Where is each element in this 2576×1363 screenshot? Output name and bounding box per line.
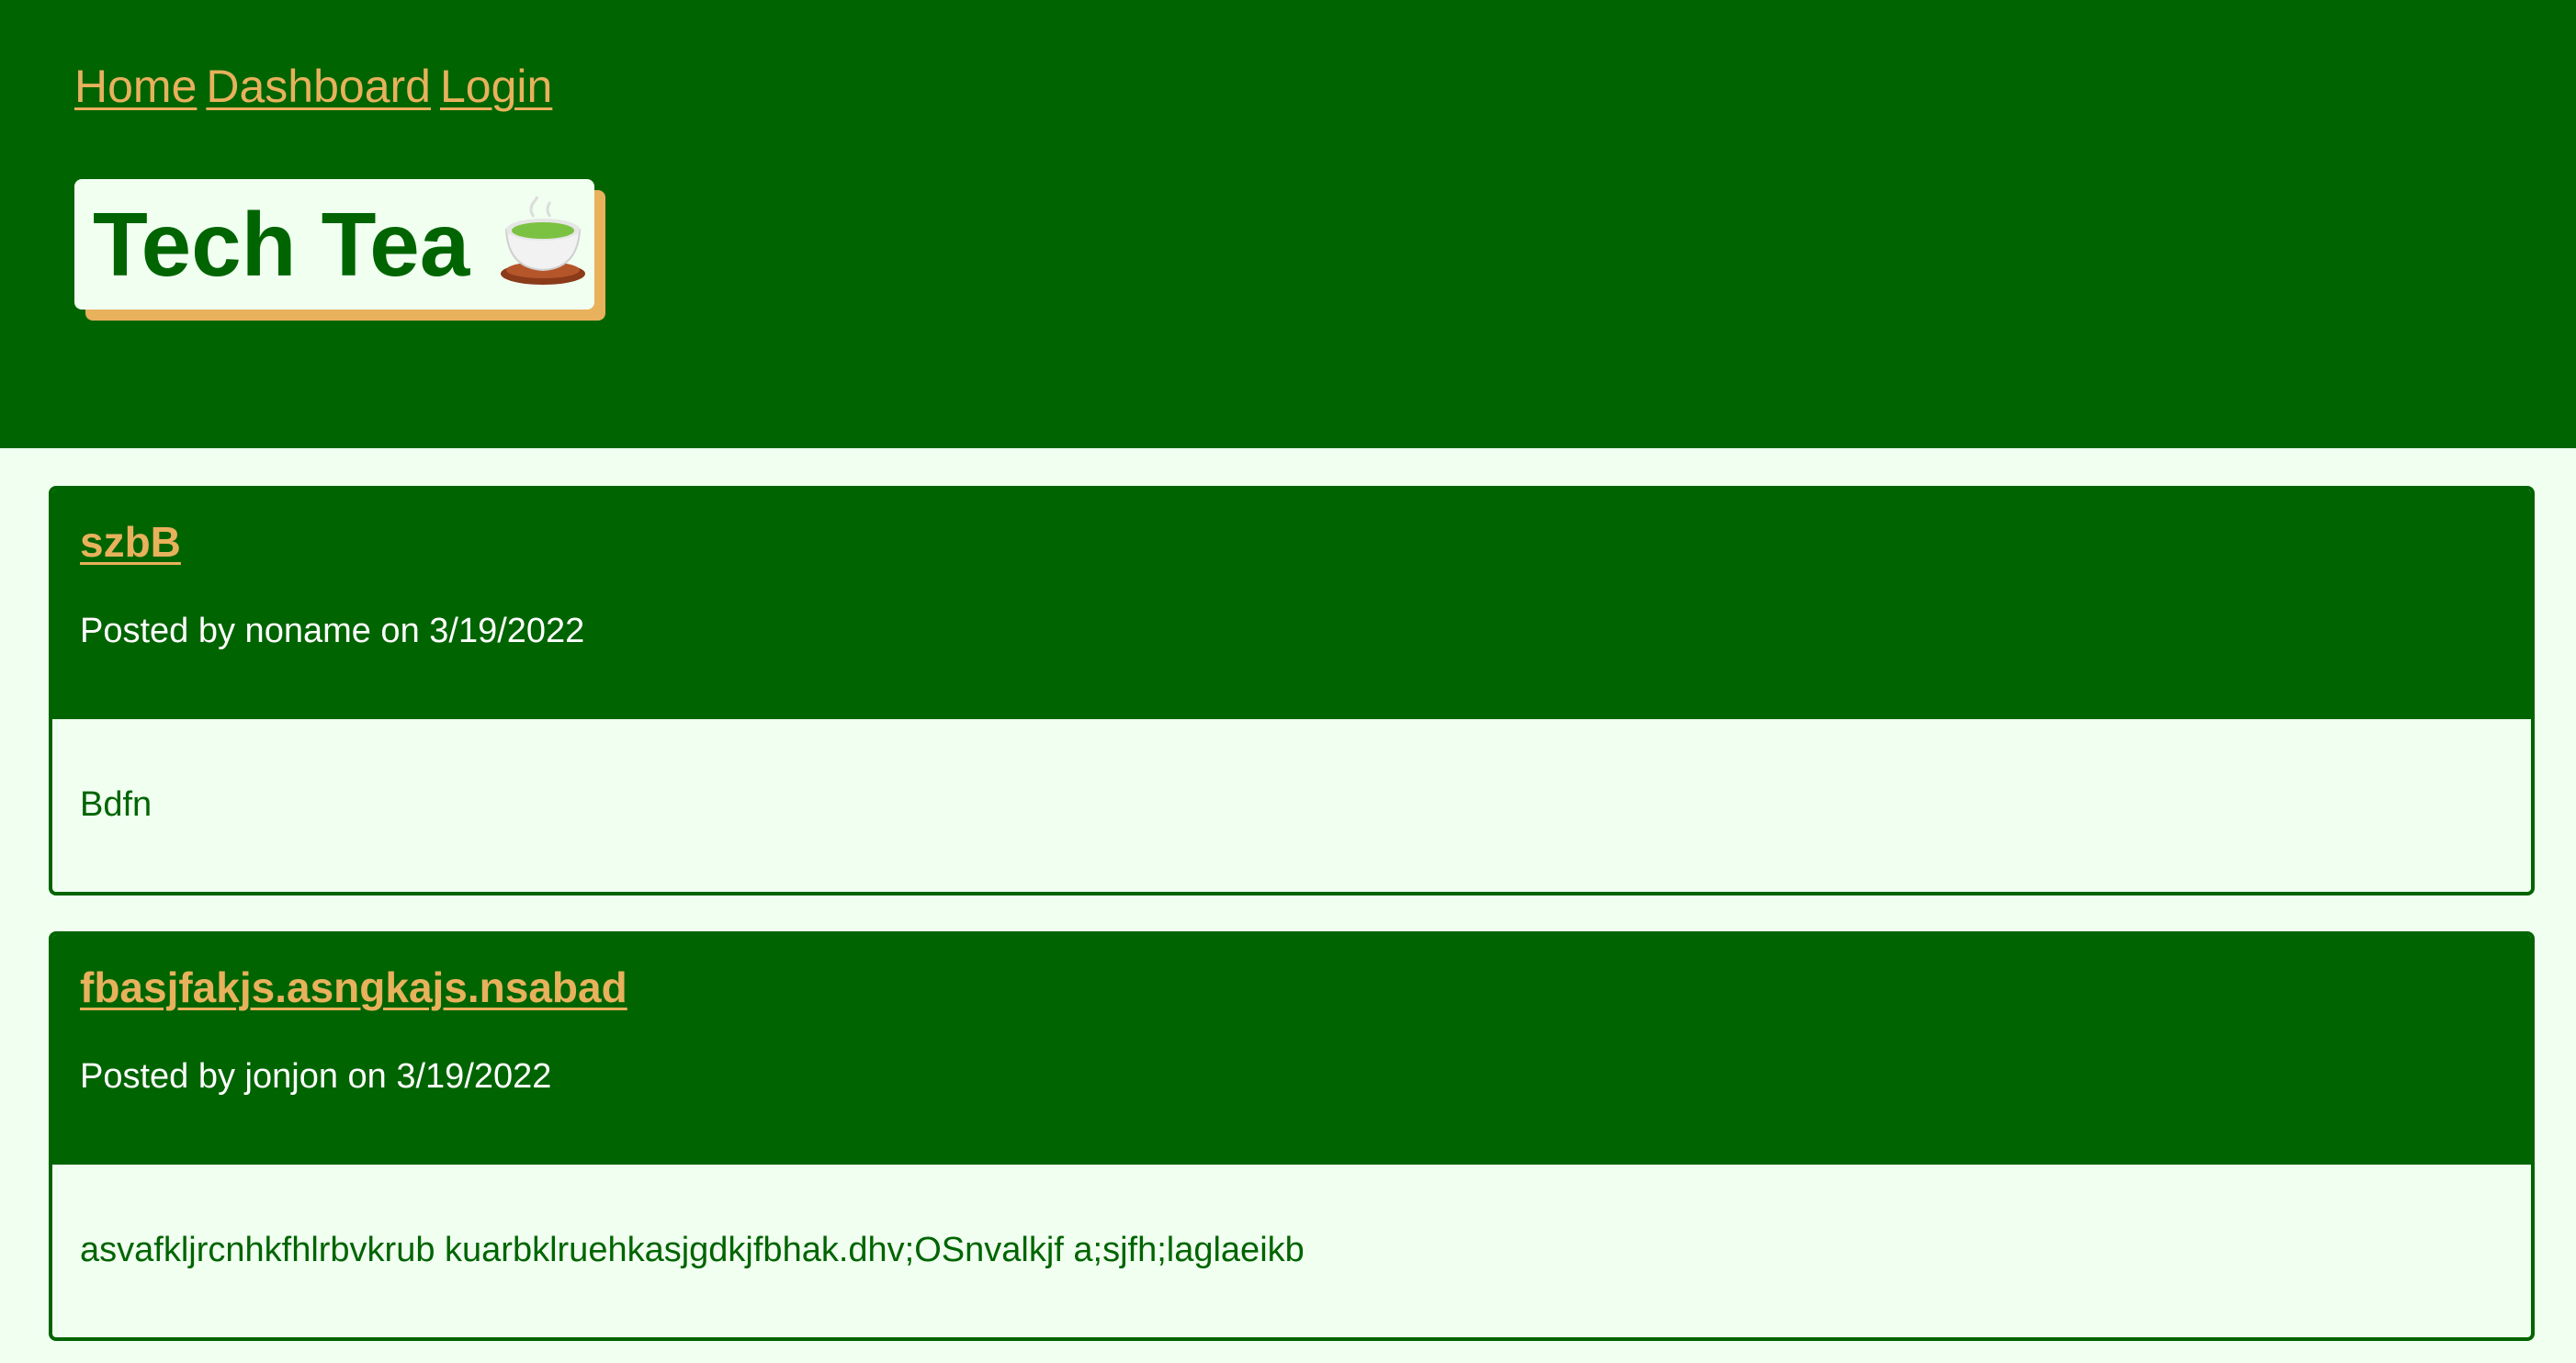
main-nav: Home Dashboard Login	[74, 57, 561, 116]
nav-link-dashboard[interactable]: Dashboard	[206, 61, 431, 112]
nav-link-home[interactable]: Home	[74, 61, 197, 112]
post-body: asvafkljrcnhkfhlrbvkrub kuarbklruehkasjg…	[52, 1165, 2531, 1337]
post-content: asvafkljrcnhkfhlrbvkrub kuarbklruehkasjg…	[80, 1231, 1305, 1269]
post-card: szbB Posted by noname on 3/19/2022 Bdfn	[49, 486, 2535, 896]
post-content: Bdfn	[80, 785, 153, 824]
site-header: Home Dashboard Login Tech Tea	[0, 0, 2576, 448]
post-meta: Posted by noname on 3/19/2022	[80, 612, 585, 650]
post-header: fbasjfakjs.asngkajs.nsabad Posted by jon…	[52, 935, 2531, 1165]
nav-link-login[interactable]: Login	[440, 61, 552, 112]
post-title-link[interactable]: szbB	[80, 517, 181, 567]
site-logo: Tech Tea	[74, 179, 594, 310]
tea-cup-icon	[497, 191, 589, 293]
post-header: szbB Posted by noname on 3/19/2022	[52, 490, 2531, 719]
post-card: fbasjfakjs.asngkajs.nsabad Posted by jon…	[49, 931, 2535, 1341]
post-body: Bdfn	[52, 719, 2531, 892]
site-title: Tech Tea	[93, 194, 470, 295]
post-title-link[interactable]: fbasjfakjs.asngkajs.nsabad	[80, 963, 627, 1012]
post-meta: Posted by jonjon on 3/19/2022	[80, 1057, 552, 1096]
